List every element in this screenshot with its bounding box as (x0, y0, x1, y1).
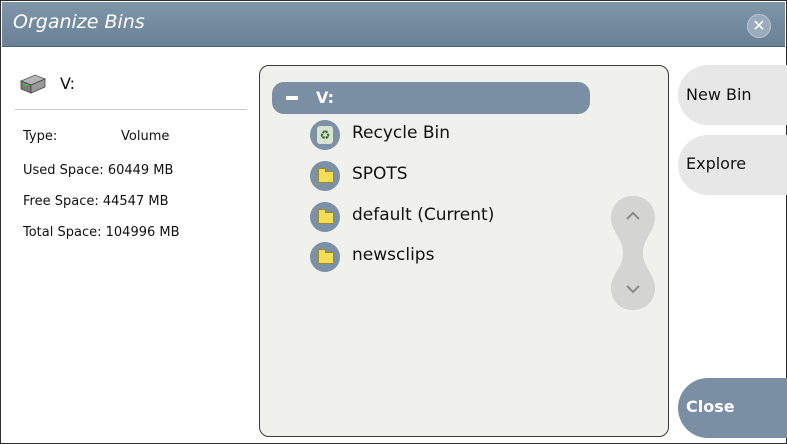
used-space-label: Used Space: (23, 163, 104, 178)
bin-tree: V: ♻ Recycle Bin SPOTS default (Current)… (259, 65, 669, 437)
info-total-space: Total Space: 104996 MB (23, 225, 180, 240)
tree-root-label: V: (316, 88, 335, 107)
title-bar: Organize Bins ✕ (2, 2, 785, 47)
close-button[interactable]: Close (678, 378, 787, 438)
free-space-label: Free Space: (23, 194, 99, 209)
type-value: Volume (121, 129, 170, 144)
used-space-value: 60449 MB (107, 163, 174, 178)
new-bin-label: New Bin (686, 85, 752, 104)
explore-label: Explore (686, 154, 747, 173)
drive-icon (19, 74, 47, 94)
tree-item-label: default (Current) (352, 205, 495, 225)
recycle-bin-icon: ♻ (310, 120, 340, 150)
tree-root-volume[interactable]: V: (272, 82, 590, 114)
info-free-space: Free Space: 44547 MB (23, 194, 168, 209)
info-used-space: Used Space: 60449 MB (23, 163, 173, 178)
folder-icon (310, 161, 340, 191)
organize-bins-dialog: Organize Bins ✕ V: Type: Volume Used Spac… (0, 0, 787, 444)
folder-icon (310, 202, 340, 232)
new-bin-button[interactable]: New Bin (678, 65, 787, 125)
dialog-title: Organize Bins (13, 11, 145, 33)
explore-button[interactable]: Explore (678, 135, 787, 195)
tree-item-label: SPOTS (352, 164, 408, 184)
volume-header: V: (15, 67, 247, 110)
total-space-value: 104996 MB (105, 225, 180, 240)
volume-name: V: (60, 74, 76, 93)
type-label: Type: (23, 129, 58, 144)
close-label: Close (686, 397, 735, 416)
close-icon[interactable]: ✕ (747, 14, 771, 38)
free-space-value: 44547 MB (102, 194, 169, 209)
tree-item-label: Recycle Bin (352, 123, 451, 143)
total-space-label: Total Space: (23, 225, 102, 240)
collapse-icon[interactable] (286, 96, 298, 100)
scroll-control[interactable] (605, 194, 661, 312)
tree-item-label: newsclips (352, 245, 435, 265)
info-type: Type: Volume (23, 129, 169, 144)
folder-icon (310, 242, 340, 272)
